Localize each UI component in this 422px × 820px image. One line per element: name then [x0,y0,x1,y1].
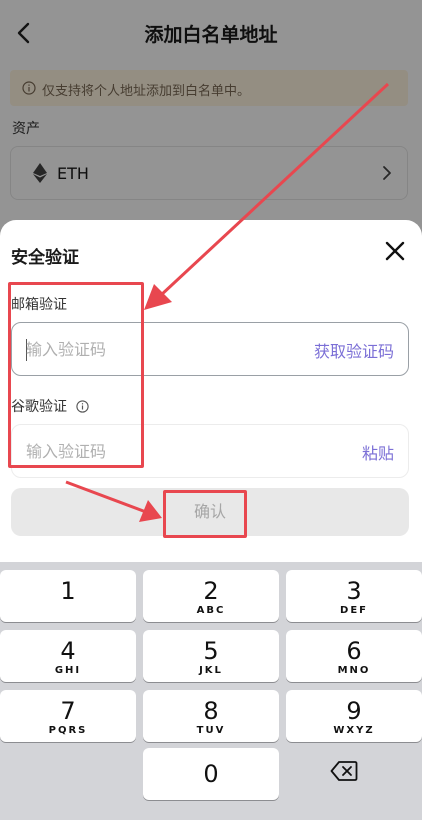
key-4-number: 4 [60,637,76,665]
key-3[interactable]: 3 DEF [286,570,422,622]
key-4[interactable]: 4 GHI [0,630,136,682]
key-3-number: 3 [346,577,362,605]
annotation-arrow-line [65,480,147,514]
key-9-number: 9 [346,697,362,725]
key-9[interactable]: 9 WXYZ [286,690,422,742]
key-6[interactable]: 6 MNO [286,630,422,682]
key-2-number: 2 [203,577,219,605]
key-6-number: 6 [346,637,362,665]
key-7[interactable]: 7 PQRS [0,690,136,742]
key-5[interactable]: 5 JKL [143,630,279,682]
key-7-letters: PQRS [48,725,88,736]
key-5-number: 5 [203,637,219,665]
key-2-letters: ABC [196,605,226,616]
key-3-letters: DEF [340,605,368,616]
key-1-number: 1 [60,577,76,605]
key-2[interactable]: 2 ABC [143,570,279,622]
backspace-icon[interactable] [330,760,358,782]
key-4-letters: GHI [54,665,82,676]
key-7-number: 7 [60,697,76,725]
numeric-keypad: 1 2 ABC 3 DEF 4 GHI 5 JKL 6 MNO 7 PQRS 8… [0,562,422,820]
key-0-number: 0 [203,760,219,788]
key-8-letters: TUV [196,725,226,736]
key-6-letters: MNO [337,665,371,676]
key-0[interactable]: 0 [143,748,279,800]
key-8[interactable]: 8 TUV [143,690,279,742]
key-1[interactable]: 1 [0,570,136,622]
key-5-letters: JKL [199,665,223,676]
key-8-number: 8 [203,697,219,725]
annotation-arrow-line [158,82,390,298]
key-9-letters: WXYZ [333,725,375,736]
